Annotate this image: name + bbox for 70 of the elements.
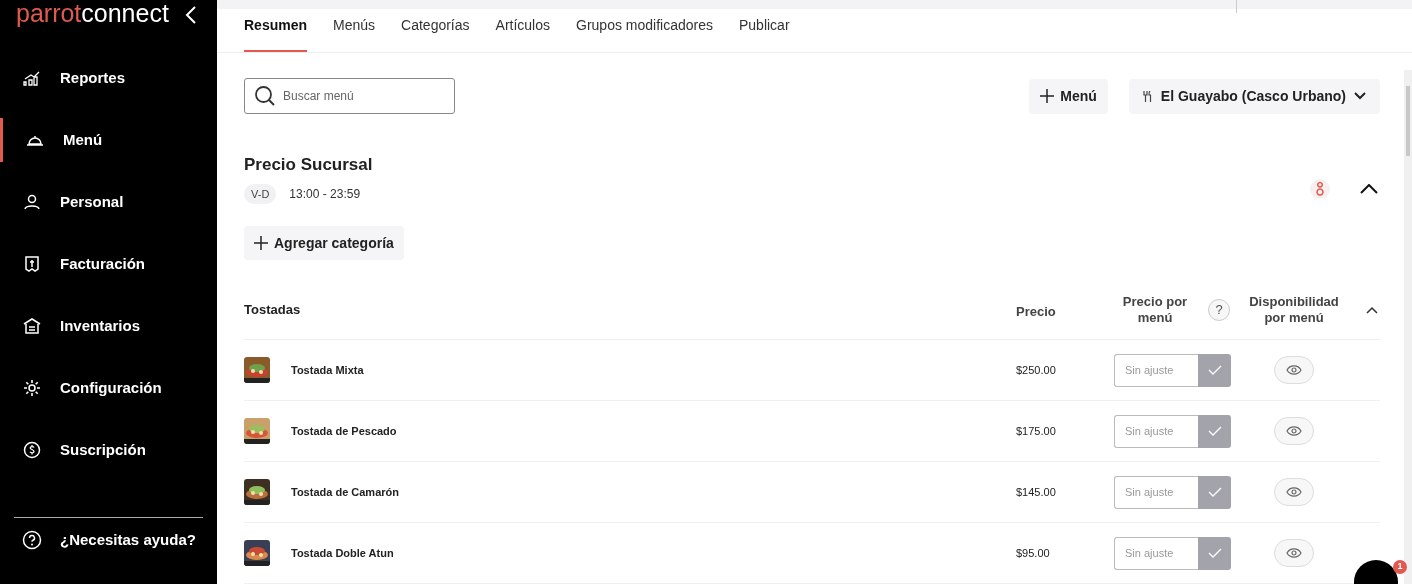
- plus-icon: [254, 236, 268, 250]
- logo-text: connect: [81, 0, 169, 27]
- visibility-button[interactable]: [1274, 356, 1314, 384]
- dollar-icon: [22, 440, 42, 460]
- item-name: Tostada Doble Atun: [291, 545, 394, 561]
- confirm-button[interactable]: [1198, 536, 1231, 570]
- fork-knife-icon: [1142, 90, 1153, 102]
- confirm-button[interactable]: [1198, 414, 1231, 448]
- sidebar-item[interactable]: Menú: [0, 118, 217, 162]
- check-icon: [1207, 426, 1222, 436]
- collapse-icon[interactable]: [1366, 305, 1378, 314]
- price-field[interactable]: Sin ajuste: [1114, 353, 1198, 387]
- days-badge: V-D: [244, 184, 277, 204]
- visibility-button[interactable]: [1274, 539, 1314, 567]
- check-icon: [1207, 487, 1222, 497]
- sidebar-item[interactable]: Reportes: [0, 56, 217, 100]
- menu-title: Precio Sucursal: [244, 154, 373, 176]
- help-icon: [22, 530, 42, 550]
- confirm-button[interactable]: [1198, 353, 1231, 387]
- item-name: Tostada de Camarón: [291, 484, 399, 500]
- logo-text: parrot: [16, 0, 82, 27]
- add-menu-button[interactable]: Menú: [1029, 78, 1108, 114]
- item-name: Tostada Mixta: [291, 362, 364, 378]
- column-header: Tostadas: [244, 300, 302, 319]
- sidebar-item[interactable]: Configuración: [0, 366, 217, 410]
- person-icon: [22, 192, 42, 212]
- price-field[interactable]: Sin ajuste: [1114, 414, 1198, 448]
- collapse-section-icon[interactable]: [1360, 184, 1378, 194]
- column-header: Precio por menú: [1121, 293, 1189, 326]
- search-field[interactable]: Buscar menú: [244, 78, 455, 114]
- chevron-down-icon: [1354, 92, 1366, 100]
- column-header: Disponibilidad por menú: [1248, 293, 1340, 326]
- price-field[interactable]: Sin ajuste: [1114, 475, 1198, 509]
- item-name: Tostada de Pescado: [291, 423, 397, 439]
- tab[interactable]: Categorías: [401, 9, 470, 52]
- eye-icon: [1286, 487, 1302, 497]
- chat-button[interactable]: [1354, 560, 1398, 584]
- sidebar-item[interactable]: Suscripción: [0, 428, 217, 472]
- check-icon: [1207, 548, 1222, 558]
- confirm-button[interactable]: [1198, 475, 1231, 509]
- price-text: $145.00: [1016, 484, 1057, 500]
- building-icon: [22, 316, 42, 336]
- tab[interactable]: Artículos: [495, 9, 550, 52]
- column-header: Precio: [1016, 302, 1057, 321]
- price-field[interactable]: Sin ajuste: [1114, 536, 1198, 570]
- price-text: $250.00: [1016, 362, 1057, 378]
- visibility-button[interactable]: [1274, 478, 1314, 506]
- receipt-icon: [22, 254, 42, 274]
- tab[interactable]: Menús: [333, 9, 376, 52]
- tab[interactable]: Resumen: [244, 9, 308, 52]
- help-button[interactable]: ?: [1208, 298, 1230, 321]
- eye-icon: [1286, 548, 1302, 558]
- notification-badge: 1: [1393, 560, 1407, 574]
- sidebar-item[interactable]: Facturación: [0, 242, 217, 286]
- tab[interactable]: Grupos modificadores: [576, 9, 713, 52]
- sidebar-item[interactable]: Inventarios: [0, 304, 217, 348]
- visibility-button[interactable]: [1274, 417, 1314, 445]
- store-selector[interactable]: El Guayabo (Casco Urbano): [1128, 78, 1380, 114]
- price-text: $95.00: [1016, 545, 1051, 561]
- add-category-button[interactable]: Agregar categoría: [244, 226, 404, 260]
- help-link[interactable]: ¿Necesitas ayuda?: [0, 522, 217, 558]
- search-icon: [254, 85, 276, 107]
- check-icon: [1207, 365, 1222, 375]
- hours-text: 13:00 - 23:59: [289, 186, 361, 203]
- sidebar-item[interactable]: Personal: [0, 180, 217, 224]
- plus-icon: [1040, 89, 1055, 103]
- tab[interactable]: Publicar: [738, 9, 790, 52]
- price-text: $175.00: [1016, 423, 1057, 439]
- eye-icon: [1286, 426, 1302, 436]
- eye-icon: [1286, 365, 1302, 375]
